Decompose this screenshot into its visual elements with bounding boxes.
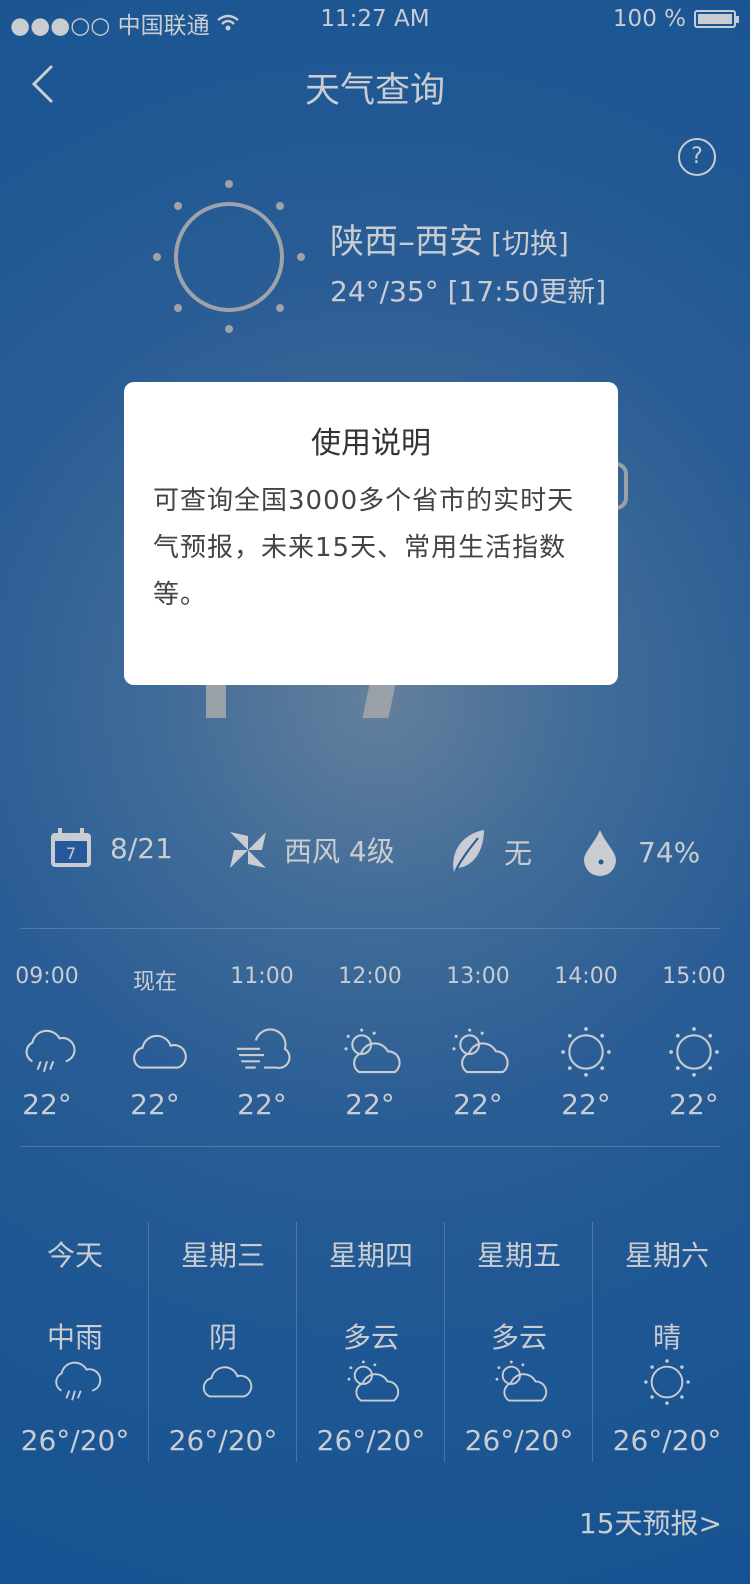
day-name-label: 星期五	[476, 1239, 561, 1272]
temp-range: 24°/35°	[330, 275, 439, 308]
wind-label: 西风 4级	[284, 835, 395, 868]
day-temp-label: 26°/20°	[464, 1424, 574, 1457]
question-circle-icon: ?	[691, 144, 703, 169]
water-drop-icon	[584, 830, 616, 876]
page-title: 天气查询	[304, 71, 445, 111]
day-weather-label: 多云	[490, 1321, 547, 1354]
battery-icon	[694, 10, 739, 28]
big-temperature-fragment	[362, 684, 396, 718]
day-weather-label: 多云	[342, 1321, 399, 1354]
day-name-label: 星期三	[180, 1239, 265, 1272]
hour-temp-label: 22°	[22, 1088, 72, 1121]
day-weather-label: 阴	[208, 1321, 237, 1354]
partly-cloudy-icon	[342, 1028, 401, 1078]
hour-time-label: 14:00	[554, 964, 618, 989]
big-temperature-fragment	[206, 684, 226, 718]
hour-temp-label: 22°	[561, 1088, 611, 1121]
switch-city-link[interactable]: [切换]	[491, 227, 569, 260]
hour-time-label: 13:00	[446, 964, 510, 989]
pollution-label: 无	[504, 837, 533, 870]
day-weather-label: 晴	[652, 1321, 681, 1354]
dialog-title: 使用说明	[311, 426, 431, 461]
instructions-dialog[interactable]: 使用说明 可查询全国3000多个省市的实时天气预报，未来15天、常用生活指数等。	[124, 382, 618, 685]
hour-temp-label: 22°	[237, 1088, 287, 1121]
location-city: 陕西–西安 [切换]	[330, 214, 569, 263]
stat-pollution: 无	[448, 828, 532, 876]
divider	[20, 1146, 720, 1147]
calendar-icon: 7	[51, 828, 91, 867]
sun-icon	[639, 1359, 695, 1406]
partly-cloudy-icon	[450, 1028, 509, 1078]
day-weather-label: 中雨	[46, 1321, 103, 1354]
stat-date: 7 8/21	[50, 828, 173, 868]
date-label: 8/21	[110, 831, 173, 865]
hour-temp-label: 22°	[453, 1088, 503, 1121]
help-button[interactable]: ?	[678, 138, 716, 176]
15-day-forecast-link[interactable]: 15天预报>	[579, 1502, 722, 1542]
battery-group: 100 %	[612, 6, 739, 32]
cloud-icon	[195, 1360, 253, 1406]
battery-label: 100 %	[612, 6, 686, 32]
sun-icon	[666, 1027, 722, 1078]
update-time: [17:50更新]	[447, 275, 607, 308]
rain-cloud-icon	[47, 1360, 103, 1406]
location-temps: 24°/35° [17:50更新]	[330, 270, 606, 310]
windmill-icon	[230, 832, 266, 868]
partly-cloudy-icon	[343, 1360, 400, 1406]
hour-time-label: 现在	[132, 970, 177, 995]
day-name-label: 今天	[46, 1239, 103, 1272]
day-temp-label: 26°/20°	[20, 1424, 130, 1457]
day-name-label: 星期四	[328, 1239, 413, 1272]
city-name: 陕西–西安	[330, 222, 483, 262]
hour-temp-label: 22°	[345, 1088, 395, 1121]
day-temp-label: 26°/20°	[316, 1424, 426, 1457]
sun-icon	[558, 1027, 614, 1078]
divider	[20, 928, 720, 929]
dialog-body: 可查询全国3000多个省市的实时天气预报，未来15天、常用生活指数等。	[153, 486, 575, 610]
hour-time-label: 15:00	[662, 964, 726, 989]
status-bar: ●●●○○ 中国联通 11:27 AM 100 %	[0, 0, 750, 40]
stat-wind: 西风 4级	[226, 828, 395, 872]
humidity-label: 74%	[638, 835, 701, 869]
current-weather-sun-icon	[153, 180, 305, 333]
hour-time-label: 11:00	[230, 964, 294, 989]
hour-time-label: 12:00	[338, 964, 402, 989]
hour-temp-label: 22°	[130, 1088, 180, 1121]
cloud-icon	[127, 1028, 187, 1078]
day-temp-label: 26°/20°	[168, 1424, 278, 1457]
leaf-icon	[453, 830, 484, 872]
hour-time-label: 09:00	[15, 964, 79, 989]
partly-cloudy-icon	[491, 1360, 548, 1406]
rain-cloud-icon	[19, 1028, 76, 1078]
day-temp-label: 26°/20°	[612, 1424, 722, 1457]
day-name-label: 星期六	[624, 1239, 709, 1272]
hour-temp-label: 22°	[669, 1088, 719, 1121]
stat-humidity: 74%	[582, 828, 700, 876]
wind-cloud-icon	[234, 1028, 291, 1078]
svg-text:7: 7	[66, 844, 76, 863]
